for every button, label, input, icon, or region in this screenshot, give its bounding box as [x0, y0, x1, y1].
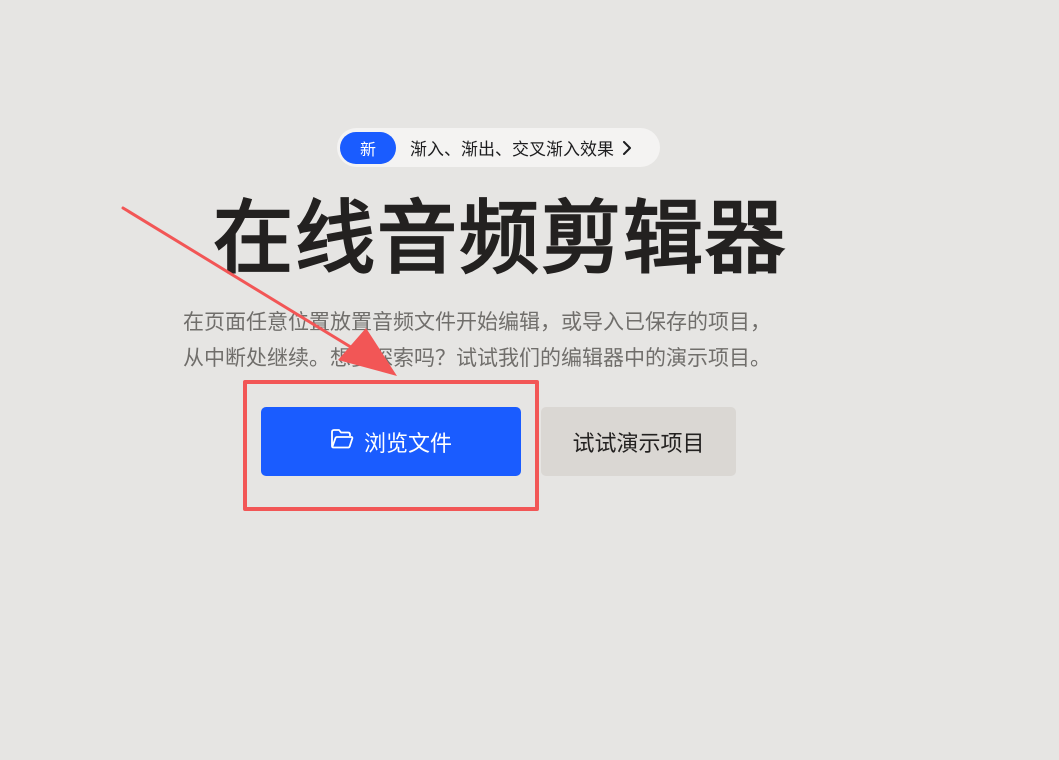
- chevron-right-icon: [622, 140, 632, 155]
- browse-files-label: 浏览文件: [363, 431, 452, 457]
- try-demo-label: 试试演示项目: [572, 431, 705, 457]
- folder-open-icon: [330, 428, 354, 456]
- description-line: 在页面任意位置放置音频文件开始编辑，或导入已保存的项目，: [183, 310, 771, 334]
- try-demo-button[interactable]: 试试演示项目: [541, 407, 736, 476]
- new-badge: 新: [340, 131, 396, 164]
- announcement-pill[interactable]: 新 渐入、渐出、交叉渐入效果: [337, 128, 660, 167]
- browse-files-button[interactable]: 浏览文件: [261, 407, 521, 476]
- page-title: 在线音频剪辑器: [213, 192, 787, 285]
- page-description: 在页面任意位置放置音频文件开始编辑，或导入已保存的项目， 从中断处继续。想要探索…: [183, 304, 823, 376]
- page: 新 渐入、渐出、交叉渐入效果 在线音频剪辑器 在页面任意位置放置音频文件开始编辑…: [0, 0, 1059, 760]
- announcement-text: 渐入、渐出、交叉渐入效果: [410, 140, 614, 160]
- description-line: 从中断处继续。想要探索吗？试试我们的编辑器中的演示项目。: [183, 346, 771, 370]
- annotation-arrow: [121, 206, 397, 376]
